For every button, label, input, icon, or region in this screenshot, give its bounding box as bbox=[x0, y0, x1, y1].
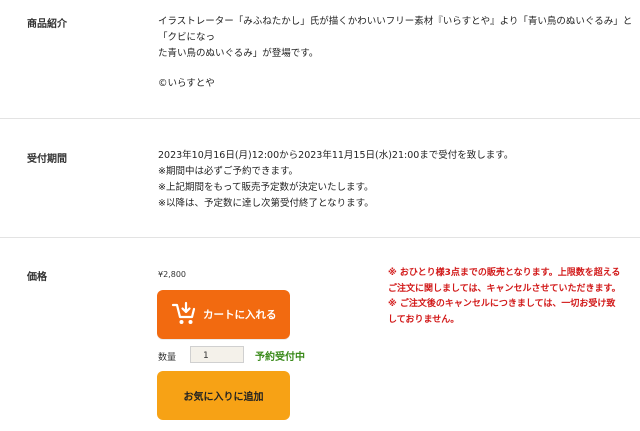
product-intro-line-1: イラストレーター「みふねたかし」氏が描くかわいいフリー素材『いらすとや』より「青… bbox=[158, 16, 633, 43]
section-label-reception-period: 受付期間 bbox=[27, 154, 67, 165]
notice-line: しておりません。 bbox=[388, 314, 460, 325]
quantity-label: 数量 bbox=[158, 353, 177, 363]
notice-line: ※ おひとり様3点までの販売となります。上限数を超える bbox=[388, 268, 621, 278]
add-to-favorites-label: お気に入りに追加 bbox=[183, 392, 264, 403]
reception-line: 2023年10月16日(月)12:00から2023年11月15日(水)21:00… bbox=[158, 150, 514, 161]
notice-line: ご注文に関しましては、キャンセルさせていただきます。 bbox=[388, 283, 621, 294]
price-value: ¥2,800 bbox=[158, 270, 186, 279]
product-intro-text: イラストレーター「みふねたかし」氏が描くかわいいフリー素材『いらすとや』より「青… bbox=[158, 14, 640, 92]
section-divider bbox=[0, 118, 640, 119]
add-to-favorites-button[interactable]: お気に入りに追加 bbox=[157, 371, 290, 420]
reception-line: ※上記期間をもって販売予定数が決定いたします。 bbox=[158, 182, 374, 193]
add-to-cart-button[interactable]: カートに入れる bbox=[157, 290, 290, 339]
section-label-product-intro: 商品紹介 bbox=[27, 19, 67, 30]
section-divider bbox=[0, 237, 640, 238]
quantity-input[interactable] bbox=[190, 346, 244, 363]
preorder-status: 予約受付中 bbox=[255, 352, 305, 363]
notice-line: ※ ご注文後のキャンセルにつきましては、一切お受け致 bbox=[388, 299, 616, 309]
product-intro-line-2: た青い鳥のぬいぐるみ」が登場です。 bbox=[158, 48, 319, 59]
section-label-price: 価格 bbox=[27, 272, 47, 283]
reception-line: ※以降は、予定数に達し次第受付終了となります。 bbox=[158, 198, 374, 209]
copyright-text: ©いらすとや bbox=[158, 78, 215, 89]
purchase-notice: ※ おひとり様3点までの販売となります。上限数を超える ご注文に関しましては、キ… bbox=[388, 266, 628, 328]
reception-period-text: 2023年10月16日(月)12:00から2023年11月15日(水)21:00… bbox=[158, 148, 513, 212]
add-to-cart-label: カートに入れる bbox=[203, 309, 277, 321]
reception-line: ※期間中は必ずご予約できます。 bbox=[158, 166, 299, 177]
cart-add-icon bbox=[171, 301, 197, 327]
